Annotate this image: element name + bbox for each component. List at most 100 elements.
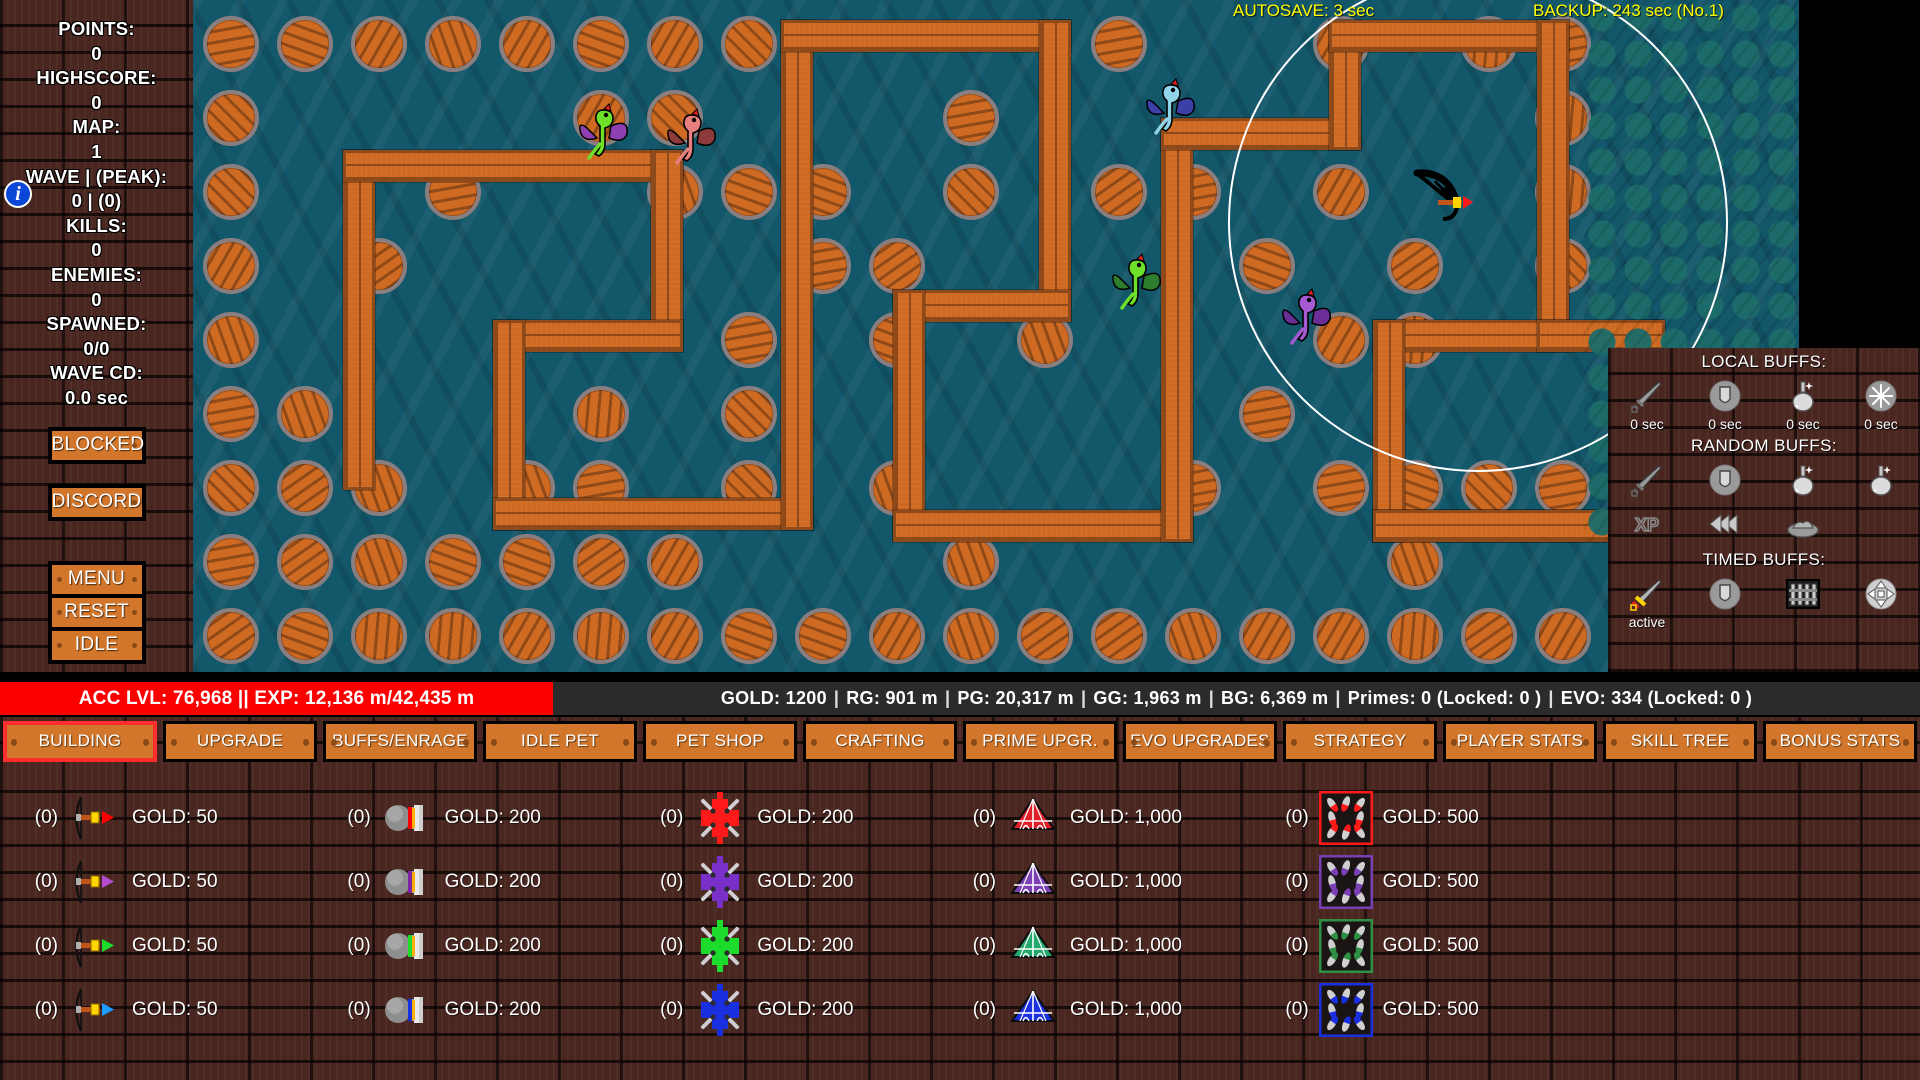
build-platform[interactable] [573, 534, 629, 590]
build-platform[interactable] [277, 534, 333, 590]
build-platform[interactable] [203, 90, 259, 146]
build-platform[interactable] [1313, 164, 1369, 220]
build-platform[interactable] [1313, 460, 1369, 516]
build-platform[interactable] [1313, 608, 1369, 664]
build-platform[interactable] [869, 238, 925, 294]
blocked-button[interactable]: BLOCKED [48, 427, 146, 464]
build-platform[interactable] [1387, 608, 1443, 664]
build-platform[interactable] [1091, 608, 1147, 664]
idle-button[interactable]: IDLE [52, 631, 142, 660]
shop-item-bow-r2[interactable]: (0) GOLD: 50 [24, 850, 333, 914]
build-platform[interactable] [277, 608, 333, 664]
build-platform[interactable] [277, 460, 333, 516]
build-platform[interactable] [647, 16, 703, 72]
game-map[interactable]: AUTOSAVE: 3 sec BACKUP: 243 sec (No.1) [193, 0, 1799, 672]
build-platform[interactable] [351, 608, 407, 664]
build-platform[interactable] [203, 16, 259, 72]
build-platform[interactable] [721, 312, 777, 368]
shop-item-tent-r4[interactable]: (0) GOLD: 1,000 [962, 978, 1271, 1042]
shop-item-tent-r3[interactable]: (0) GOLD: 1,000 [962, 914, 1271, 978]
bow-tower-icon[interactable] [1411, 167, 1477, 225]
build-platform[interactable] [277, 386, 333, 442]
shop-item-cannon-r4[interactable]: (0) GOLD: 200 [337, 978, 646, 1042]
build-platform[interactable] [499, 534, 555, 590]
discord-button[interactable]: DISCORD [48, 484, 146, 521]
tab-player-stats[interactable]: PLAYER STATS [1443, 721, 1597, 762]
build-platform[interactable] [1091, 16, 1147, 72]
buff-shield[interactable] [1692, 572, 1758, 616]
tab-prime-upgr[interactable]: PRIME UPGR. [963, 721, 1117, 762]
build-platform[interactable] [425, 534, 481, 590]
buff-shield[interactable]: 0 sec [1692, 374, 1758, 432]
build-platform[interactable] [721, 386, 777, 442]
buff-potion[interactable] [1848, 458, 1914, 502]
buff-sword-active[interactable]: active [1614, 572, 1680, 630]
tab-crafting[interactable]: CRAFTING [803, 721, 957, 762]
build-platform[interactable] [943, 164, 999, 220]
info-icon[interactable]: i [4, 180, 32, 208]
shop-item-tent-r1[interactable]: (0) GOLD: 1,000 [962, 786, 1271, 850]
shop-item-cannon-r3[interactable]: (0) GOLD: 200 [337, 914, 646, 978]
shop-item-caltrop-r3[interactable]: (0) GOLD: 200 [649, 914, 958, 978]
buff-xp[interactable]: XP [1614, 502, 1680, 546]
tab-buffs-enrage[interactable]: BUFFS/ENRAGE [323, 721, 477, 762]
build-platform[interactable] [573, 608, 629, 664]
build-platform[interactable] [351, 16, 407, 72]
build-platform[interactable] [351, 534, 407, 590]
tab-skill-tree[interactable]: SKILL TREE [1603, 721, 1757, 762]
buff-fence[interactable] [1770, 572, 1836, 616]
buff-rewind[interactable] [1692, 502, 1758, 546]
build-platform[interactable] [203, 534, 259, 590]
tab-bonus-stats[interactable]: BONUS STATS [1763, 721, 1917, 762]
shop-item-bow-r4[interactable]: (0) GOLD: 50 [24, 978, 333, 1042]
build-platform[interactable] [203, 238, 259, 294]
buff-shield[interactable] [1692, 458, 1758, 502]
build-platform[interactable] [203, 608, 259, 664]
shop-item-spikes-r2[interactable]: (0) GOLD: 500 [1275, 850, 1584, 914]
shop-item-cannon-r2[interactable]: (0) GOLD: 200 [337, 850, 646, 914]
build-platform[interactable] [573, 386, 629, 442]
buff-potion[interactable] [1770, 458, 1836, 502]
menu-button[interactable]: MENU [52, 565, 142, 594]
buff-move[interactable] [1848, 572, 1914, 616]
shop-item-spikes-r4[interactable]: (0) GOLD: 500 [1275, 978, 1584, 1042]
shop-item-spikes-r1[interactable]: (0) GOLD: 500 [1275, 786, 1584, 850]
build-platform[interactable] [1017, 608, 1073, 664]
build-platform[interactable] [943, 90, 999, 146]
build-platform[interactable] [795, 608, 851, 664]
build-platform[interactable] [425, 16, 481, 72]
build-platform[interactable] [869, 608, 925, 664]
build-platform[interactable] [573, 16, 629, 72]
tab-strategy[interactable]: STRATEGY [1283, 721, 1437, 762]
tab-pet-shop[interactable]: PET SHOP [643, 721, 797, 762]
tab-idle-pet[interactable]: IDLE PET [483, 721, 637, 762]
build-platform[interactable] [721, 16, 777, 72]
buff-potion[interactable]: 0 sec [1770, 374, 1836, 432]
tab-evo-upgrades[interactable]: EVO UPGRADES [1123, 721, 1277, 762]
build-platform[interactable] [1239, 386, 1295, 442]
build-platform[interactable] [1535, 608, 1591, 664]
build-platform[interactable] [1387, 238, 1443, 294]
build-platform[interactable] [1091, 164, 1147, 220]
build-platform[interactable] [943, 534, 999, 590]
tab-building[interactable]: BUILDING [3, 721, 157, 762]
build-platform[interactable] [647, 534, 703, 590]
build-platform[interactable] [425, 608, 481, 664]
build-platform[interactable] [203, 460, 259, 516]
build-platform[interactable] [203, 312, 259, 368]
build-platform[interactable] [499, 16, 555, 72]
build-platform[interactable] [1461, 460, 1517, 516]
build-platform[interactable] [1165, 608, 1221, 664]
build-platform[interactable] [1239, 608, 1295, 664]
shop-item-caltrop-r1[interactable]: (0) GOLD: 200 [649, 786, 958, 850]
shop-item-caltrop-r4[interactable]: (0) GOLD: 200 [649, 978, 958, 1042]
build-platform[interactable] [277, 16, 333, 72]
tab-upgrade[interactable]: UPGRADE [163, 721, 317, 762]
reset-button[interactable]: RESET [52, 598, 142, 627]
build-platform[interactable] [1461, 608, 1517, 664]
shop-item-bow-r1[interactable]: (0) GOLD: 50 [24, 786, 333, 850]
build-platform[interactable] [721, 608, 777, 664]
buff-stone[interactable] [1770, 502, 1836, 546]
buff-sword[interactable] [1614, 458, 1680, 502]
shop-item-caltrop-r2[interactable]: (0) GOLD: 200 [649, 850, 958, 914]
